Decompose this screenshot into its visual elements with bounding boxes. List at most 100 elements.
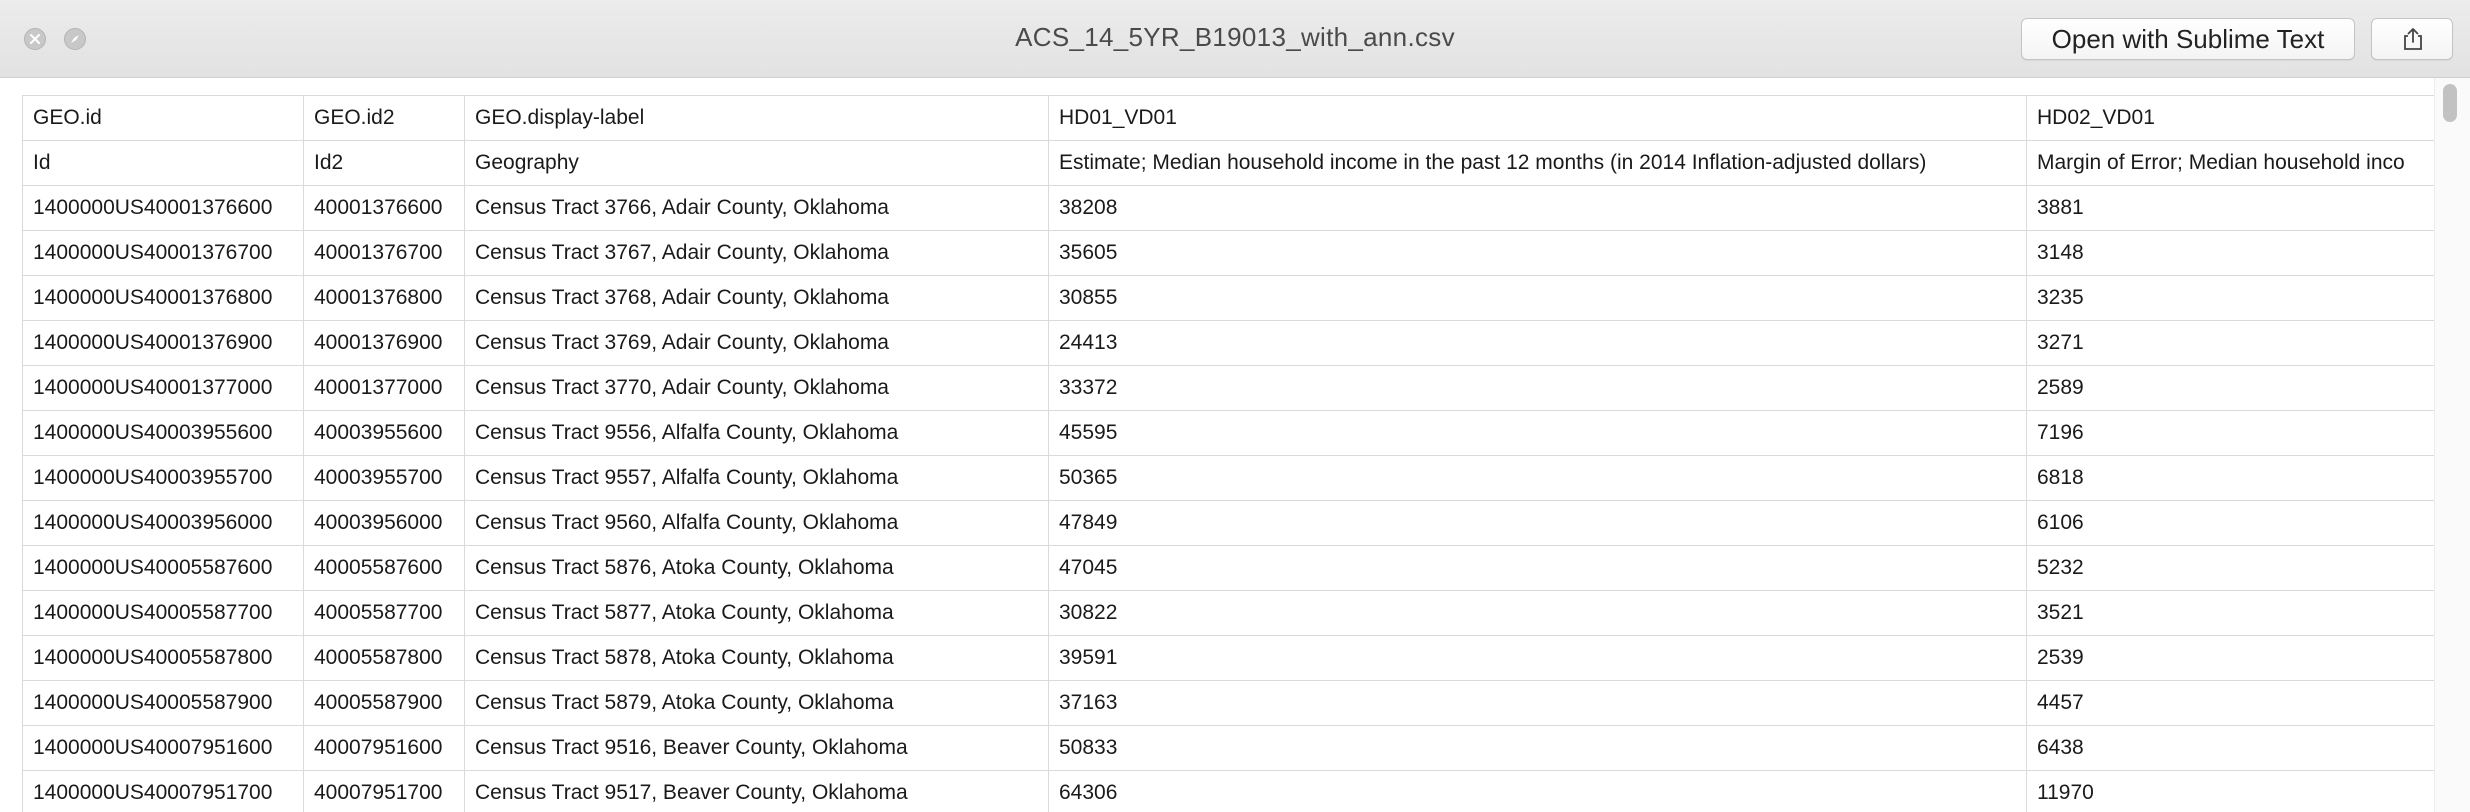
csv-preview-area: GEO.id GEO.id2 GEO.display-label HD01_VD01 H…	[0, 78, 2470, 812]
table-row: 1400000US40001376700 40001376700 Census Tr…	[22, 230, 2447, 276]
table-cell: Census Tract 9556, Alfalfa County, Oklah…	[464, 410, 1049, 456]
share-button[interactable]	[2371, 18, 2453, 60]
table-cell: 4457	[2026, 680, 2447, 726]
table-cell: 47045	[1048, 545, 2027, 591]
table-cell: Census Tract 5876, Atoka County, Oklahom…	[464, 545, 1049, 591]
table-cell: 1400000US40001377000	[22, 365, 304, 411]
table-cell: 5232	[2026, 545, 2447, 591]
table-row: 1400000US40007951600 40007951600 Census Tr…	[22, 725, 2447, 771]
table-cell: Census Tract 3770, Adair County, Oklahom…	[464, 365, 1049, 411]
table-cell: Margin of Error; Median household inco	[2026, 140, 2447, 186]
table-cell: Census Tract 9517, Beaver County, Oklaho…	[464, 770, 1049, 812]
fullscreen-button[interactable]	[64, 28, 86, 50]
table-cell: 2589	[2026, 365, 2447, 411]
table-row: 1400000US40001376800 40001376800 Census Tr…	[22, 275, 2447, 321]
table-cell: 37163	[1048, 680, 2027, 726]
table-cell: 40003955700	[303, 455, 465, 501]
table-cell: 3148	[2026, 230, 2447, 276]
table-row: 1400000US40001376900 40001376900 Census Tr…	[22, 320, 2447, 366]
table-cell: 40003955600	[303, 410, 465, 456]
table-cell: 30822	[1048, 590, 2027, 636]
table-cell: 40001376900	[303, 320, 465, 366]
table-cell: Census Tract 9516, Beaver County, Oklaho…	[464, 725, 1049, 771]
table-cell: 2539	[2026, 635, 2447, 681]
title-bar: ACS_14_5YR_B19013_with_ann.csv Open with…	[0, 0, 2470, 78]
table-cell: 1400000US40007951600	[22, 725, 304, 771]
table-cell: 50833	[1048, 725, 2027, 771]
table-cell: 11970	[2026, 770, 2447, 812]
table-cell: HD01_VD01	[1048, 95, 2027, 141]
table-cell: Census Tract 9560, Alfalfa County, Oklah…	[464, 500, 1049, 546]
table-cell: 6438	[2026, 725, 2447, 771]
vertical-scrollbar[interactable]	[2434, 78, 2470, 812]
table-cell: 47849	[1048, 500, 2027, 546]
table-cell: 40005587800	[303, 635, 465, 681]
table-cell: Geography	[464, 140, 1049, 186]
table-cell: 1400000US40005587700	[22, 590, 304, 636]
table-cell: 40005587600	[303, 545, 465, 591]
table-cell: 40001376600	[303, 185, 465, 231]
table-cell: Id2	[303, 140, 465, 186]
table-row: 1400000US40001376600 40001376600 Census Tr…	[22, 185, 2447, 231]
table-cell: 1400000US40001376900	[22, 320, 304, 366]
table-cell: 30855	[1048, 275, 2027, 321]
csv-table: GEO.id GEO.id2 GEO.display-label HD01_VD01 H…	[22, 95, 2447, 812]
table-cell: Census Tract 9557, Alfalfa County, Oklah…	[464, 455, 1049, 501]
table-cell: 1400000US40003956000	[22, 500, 304, 546]
table-row: 1400000US40005587700 40005587700 Census Tr…	[22, 590, 2447, 636]
table-cell: 1400000US40005587900	[22, 680, 304, 726]
table-cell: 33372	[1048, 365, 2027, 411]
table-cell: 40007951700	[303, 770, 465, 812]
table-header-row: GEO.id GEO.id2 GEO.display-label HD01_VD01 H…	[22, 95, 2447, 141]
table-cell: Estimate; Median household income in the…	[1048, 140, 2027, 186]
table-cell: Census Tract 3768, Adair County, Oklahom…	[464, 275, 1049, 321]
table-cell: 3271	[2026, 320, 2447, 366]
table-row: 1400000US40001377000 40001377000 Census Tr…	[22, 365, 2447, 411]
table-cell: 40005587700	[303, 590, 465, 636]
table-cell: 3521	[2026, 590, 2447, 636]
table-cell: Id	[22, 140, 304, 186]
table-cell: 35605	[1048, 230, 2027, 276]
table-cell: Census Tract 3766, Adair County, Oklahom…	[464, 185, 1049, 231]
table-cell: 40007951600	[303, 725, 465, 771]
table-cell: 45595	[1048, 410, 2027, 456]
table-cell: 6818	[2026, 455, 2447, 501]
table-cell: 1400000US40007951700	[22, 770, 304, 812]
table-cell: 38208	[1048, 185, 2027, 231]
table-cell: 6106	[2026, 500, 2447, 546]
table-cell: 3235	[2026, 275, 2447, 321]
table-cell: 1400000US40001376600	[22, 185, 304, 231]
table-cell: 1400000US40003955600	[22, 410, 304, 456]
table-cell: GEO.id2	[303, 95, 465, 141]
table-row: 1400000US40005587900 40005587900 Census Tr…	[22, 680, 2447, 726]
table-cell: 39591	[1048, 635, 2027, 681]
table-cell: Census Tract 5878, Atoka County, Oklahom…	[464, 635, 1049, 681]
table-cell: 64306	[1048, 770, 2027, 812]
table-row: 1400000US40003956000 40003956000 Census Tr…	[22, 500, 2447, 546]
scrollbar-thumb[interactable]	[2443, 84, 2457, 122]
table-row: 1400000US40007951700 40007951700 Census Tr…	[22, 770, 2447, 812]
table-cell: 1400000US40001376700	[22, 230, 304, 276]
table-header-row: Id Id2 Geography Estimate; Median household…	[22, 140, 2447, 186]
table-cell: Census Tract 5879, Atoka County, Oklahom…	[464, 680, 1049, 726]
table-cell: Census Tract 3769, Adair County, Oklahom…	[464, 320, 1049, 366]
table-cell: GEO.display-label	[464, 95, 1049, 141]
table-cell: 40003956000	[303, 500, 465, 546]
table-cell: GEO.id	[22, 95, 304, 141]
table-cell: 1400000US40005587800	[22, 635, 304, 681]
table-row: 1400000US40003955700 40003955700 Census Tr…	[22, 455, 2447, 501]
table-row: 1400000US40005587800 40005587800 Census Tr…	[22, 635, 2447, 681]
table-row: 1400000US40005587600 40005587600 Census Tr…	[22, 545, 2447, 591]
table-cell: HD02_VD01	[2026, 95, 2447, 141]
table-cell: 24413	[1048, 320, 2027, 366]
open-with-sublime-button[interactable]: Open with Sublime Text	[2021, 18, 2355, 60]
table-cell: Census Tract 5877, Atoka County, Oklahom…	[464, 590, 1049, 636]
quick-look-window: ACS_14_5YR_B19013_with_ann.csv Open with…	[0, 0, 2470, 812]
table-cell: 50365	[1048, 455, 2027, 501]
table-cell: 7196	[2026, 410, 2447, 456]
table-cell: 40005587900	[303, 680, 465, 726]
table-cell: 40001376700	[303, 230, 465, 276]
close-button[interactable]	[24, 28, 46, 50]
table-cell: 1400000US40001376800	[22, 275, 304, 321]
table-cell: 1400000US40003955700	[22, 455, 304, 501]
